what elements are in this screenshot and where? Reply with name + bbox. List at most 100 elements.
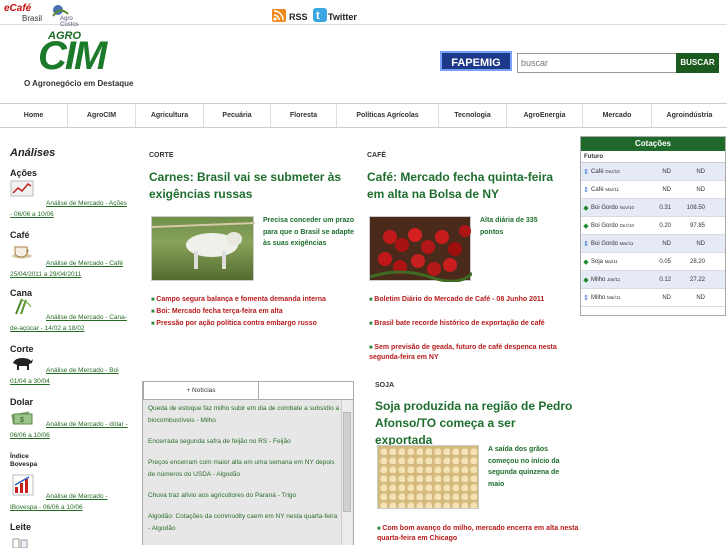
nav-tecnologia[interactable]: Tecnologia — [439, 104, 507, 127]
sidebar-link-cana[interactable]: Análise de Mercado - Cana-de-açúcar - 14… — [10, 312, 128, 334]
cotacao-row: ◆ Boi Gordo Dez/10 0.20 97.85 — [581, 217, 725, 235]
article-title-corte[interactable]: Carnes: Brasil vai se submeter às exigên… — [149, 169, 344, 203]
top-strip — [0, 0, 727, 25]
sidebar-cat-dolar: Dolar — [10, 397, 34, 407]
cotacao-month: Mar/11 — [607, 294, 621, 300]
sidebar-link-corte[interactable]: Análise de Mercado - Boi 01/04 a 30/04 — [10, 365, 128, 387]
nav-mercado[interactable]: Mercado — [583, 104, 652, 127]
diamond-icon: ◆ — [583, 204, 589, 212]
cotacao-value: ND — [696, 294, 705, 301]
noticia-item[interactable]: Encerrada segunda safra de feijão no RS … — [143, 433, 353, 454]
search-input[interactable] — [517, 53, 677, 73]
cotacao-name: Café Mar/11 — [591, 187, 649, 193]
cotacao-month: Nov/10 — [619, 204, 634, 210]
noticias-scrollbar[interactable] — [341, 400, 352, 545]
ecafe-logo[interactable]: eCafé — [4, 3, 31, 14]
cotacao-commodity: Boi Gordo — [591, 222, 619, 229]
bullet-cafe-2[interactable]: Brasil bate recorde histórico de exporta… — [369, 319, 574, 329]
noticias-tab[interactable]: + Notícias — [143, 381, 259, 399]
noticia-item[interactable]: Queda de estoque faz milho subir em dia … — [143, 400, 353, 433]
cotacao-commodity: Milho — [591, 294, 606, 301]
article-image-soja[interactable] — [377, 445, 479, 509]
twitter-icon[interactable]: t — [313, 8, 327, 22]
cotacao-value: 108.50 — [686, 204, 705, 211]
sidebar-cat-cana: Cana — [10, 288, 33, 298]
nav-agrocim[interactable]: AgroCIM — [68, 104, 136, 127]
diamond-icon: ◆ — [583, 276, 589, 284]
site-slogan: O Agronegócio em Destaque — [24, 79, 134, 88]
sidebar-link-dolar[interactable]: Análise de Mercado - dólar - 06/06 a 10/… — [10, 419, 128, 441]
sidebar-cat-corte: Corte — [10, 344, 34, 354]
fapemig-logo[interactable]: FAPEMIG — [440, 51, 512, 71]
cotacao-variation: ND — [662, 240, 671, 247]
nav-agricultura[interactable]: Agricultura — [136, 104, 204, 127]
noticias-list: Queda de estoque faz milho subir em dia … — [143, 399, 353, 545]
cotacao-month: Mai/11 — [604, 258, 618, 264]
noticia-item[interactable]: Chuva traz alívio aos agricultores do Pa… — [143, 487, 353, 508]
agrocustos-logo[interactable]: Agro Custos — [50, 2, 84, 28]
cotacao-row: ◆ Soja Mai/11 0.05 28.20 — [581, 253, 725, 271]
article-caption-soja[interactable]: A saída dos grãos começou no início da s… — [488, 444, 563, 490]
bovespa-chart-icon — [12, 473, 36, 496]
cotacao-row: ⇕ Milho Mar/11 ND ND — [581, 289, 725, 307]
sidebar-cat-leite: Leite — [10, 522, 32, 532]
cotacao-month: Dez/10 — [619, 222, 634, 228]
noticia-item[interactable]: Algodão: Cotações da commodity caem em N… — [143, 508, 353, 541]
bullet-cafe-3[interactable]: Sem previsão de geada, futuro de café de… — [369, 343, 574, 363]
cotacoes-subtitle: Futuro — [581, 151, 725, 163]
twitter-link[interactable]: Twitter — [328, 12, 357, 22]
article-image-cafe[interactable] — [369, 216, 474, 283]
cotacao-value: ND — [696, 186, 705, 193]
main-nav: Home AgroCIM Agricultura Pecuária Flores… — [0, 103, 727, 128]
bullet-soja-1[interactable]: Com bom avanço do milho, mercado encerra… — [377, 524, 582, 544]
nav-floresta[interactable]: Floresta — [271, 104, 337, 127]
article-caption-corte[interactable]: Precisa conceder um prazo para que o Bra… — [263, 215, 357, 250]
sidebar-cat-ibovespa: Índice Bovespa — [10, 453, 38, 468]
cotacao-variation: 0.31 — [659, 204, 671, 211]
cotacao-commodity: Café — [591, 168, 604, 175]
cotacao-commodity: Boi Gordo — [591, 240, 619, 247]
coffee-cup-icon — [10, 242, 34, 259]
sidebar-link-ibovespa[interactable]: Análise de Mercado - IBovespa - 06/06 a … — [10, 491, 128, 513]
svg-text:t: t — [316, 10, 320, 22]
bullet-corte-1[interactable]: Campo segura balança e fomenta demanda i… — [151, 295, 361, 305]
rss-link[interactable]: RSS — [289, 12, 308, 22]
bullet-corte-3[interactable]: Pressão por ação política contra embargo… — [151, 319, 361, 329]
cotacao-commodity: Soja — [591, 258, 604, 265]
cotacao-row: ⇕ Boi Gordo Mar/11 ND ND — [581, 235, 725, 253]
cotacao-variation: 0.20 — [659, 222, 671, 229]
search-button[interactable]: BUSCAR — [676, 53, 719, 73]
cotacoes-title: Cotações — [581, 137, 725, 151]
cotacao-value: ND — [696, 240, 705, 247]
nav-agroindustria[interactable]: Agroindústria — [652, 104, 727, 127]
cotacao-variation: 0.12 — [659, 276, 671, 283]
article-title-cafe[interactable]: Café: Mercado fecha quinta-feira em alta… — [367, 169, 562, 203]
bullet-cafe-1[interactable]: Boletim Diário do Mercado de Café - 08 J… — [369, 295, 574, 305]
article-image-corte[interactable] — [151, 216, 256, 281]
scrollbar-thumb[interactable] — [343, 412, 351, 512]
up-down-arrows-icon: ⇕ — [583, 240, 589, 248]
cotacao-name: Café Dez/10 — [591, 169, 649, 175]
cotacoes-panel: Cotações Futuro ⇕ Café Dez/10 ND ND ⇕ Café Ma… — [580, 136, 726, 316]
diamond-icon: ◆ — [583, 222, 589, 230]
article-caption-cafe[interactable]: Alta diária de 335 pontos — [480, 215, 560, 238]
cotacao-name: Boi Gordo Nov/10 — [591, 205, 649, 211]
noticia-item[interactable]: Preços encerram com maior alta em uma se… — [143, 454, 353, 487]
cotacao-name: Boi Gordo Dez/10 — [591, 223, 649, 229]
bullet-corte-2[interactable]: Boi: Mercado fecha terça-feira em alta — [151, 307, 361, 317]
sidebar-link-acoes[interactable]: Análise de Mercado - Ações - 06/06 a 10/… — [10, 198, 128, 220]
article-title-soja[interactable]: Soja produzida na região de Pedro Afonso… — [375, 398, 575, 449]
nav-pecuaria[interactable]: Pecuária — [204, 104, 271, 127]
cotacao-row: ◆ Milho Jan/11 0.12 27.22 — [581, 271, 725, 289]
cotacao-value: 97.85 — [689, 222, 705, 229]
cotacao-value: ND — [696, 168, 705, 175]
cotacao-variation: 0.05 — [659, 258, 671, 265]
milk-icon — [10, 535, 34, 552]
rss-icon[interactable] — [272, 9, 286, 22]
sidebar-link-cafe[interactable]: Análise de Mercado - Café 25/04/2011 a 2… — [10, 258, 128, 280]
nav-home[interactable]: Home — [0, 104, 68, 127]
nav-politicas-agricolas[interactable]: Políticas Agrícolas — [337, 104, 439, 127]
nav-agroenergia[interactable]: AgroEnergia — [507, 104, 583, 127]
diamond-icon: ◆ — [583, 258, 589, 266]
section-label-cafe: CAFÉ — [367, 152, 387, 159]
